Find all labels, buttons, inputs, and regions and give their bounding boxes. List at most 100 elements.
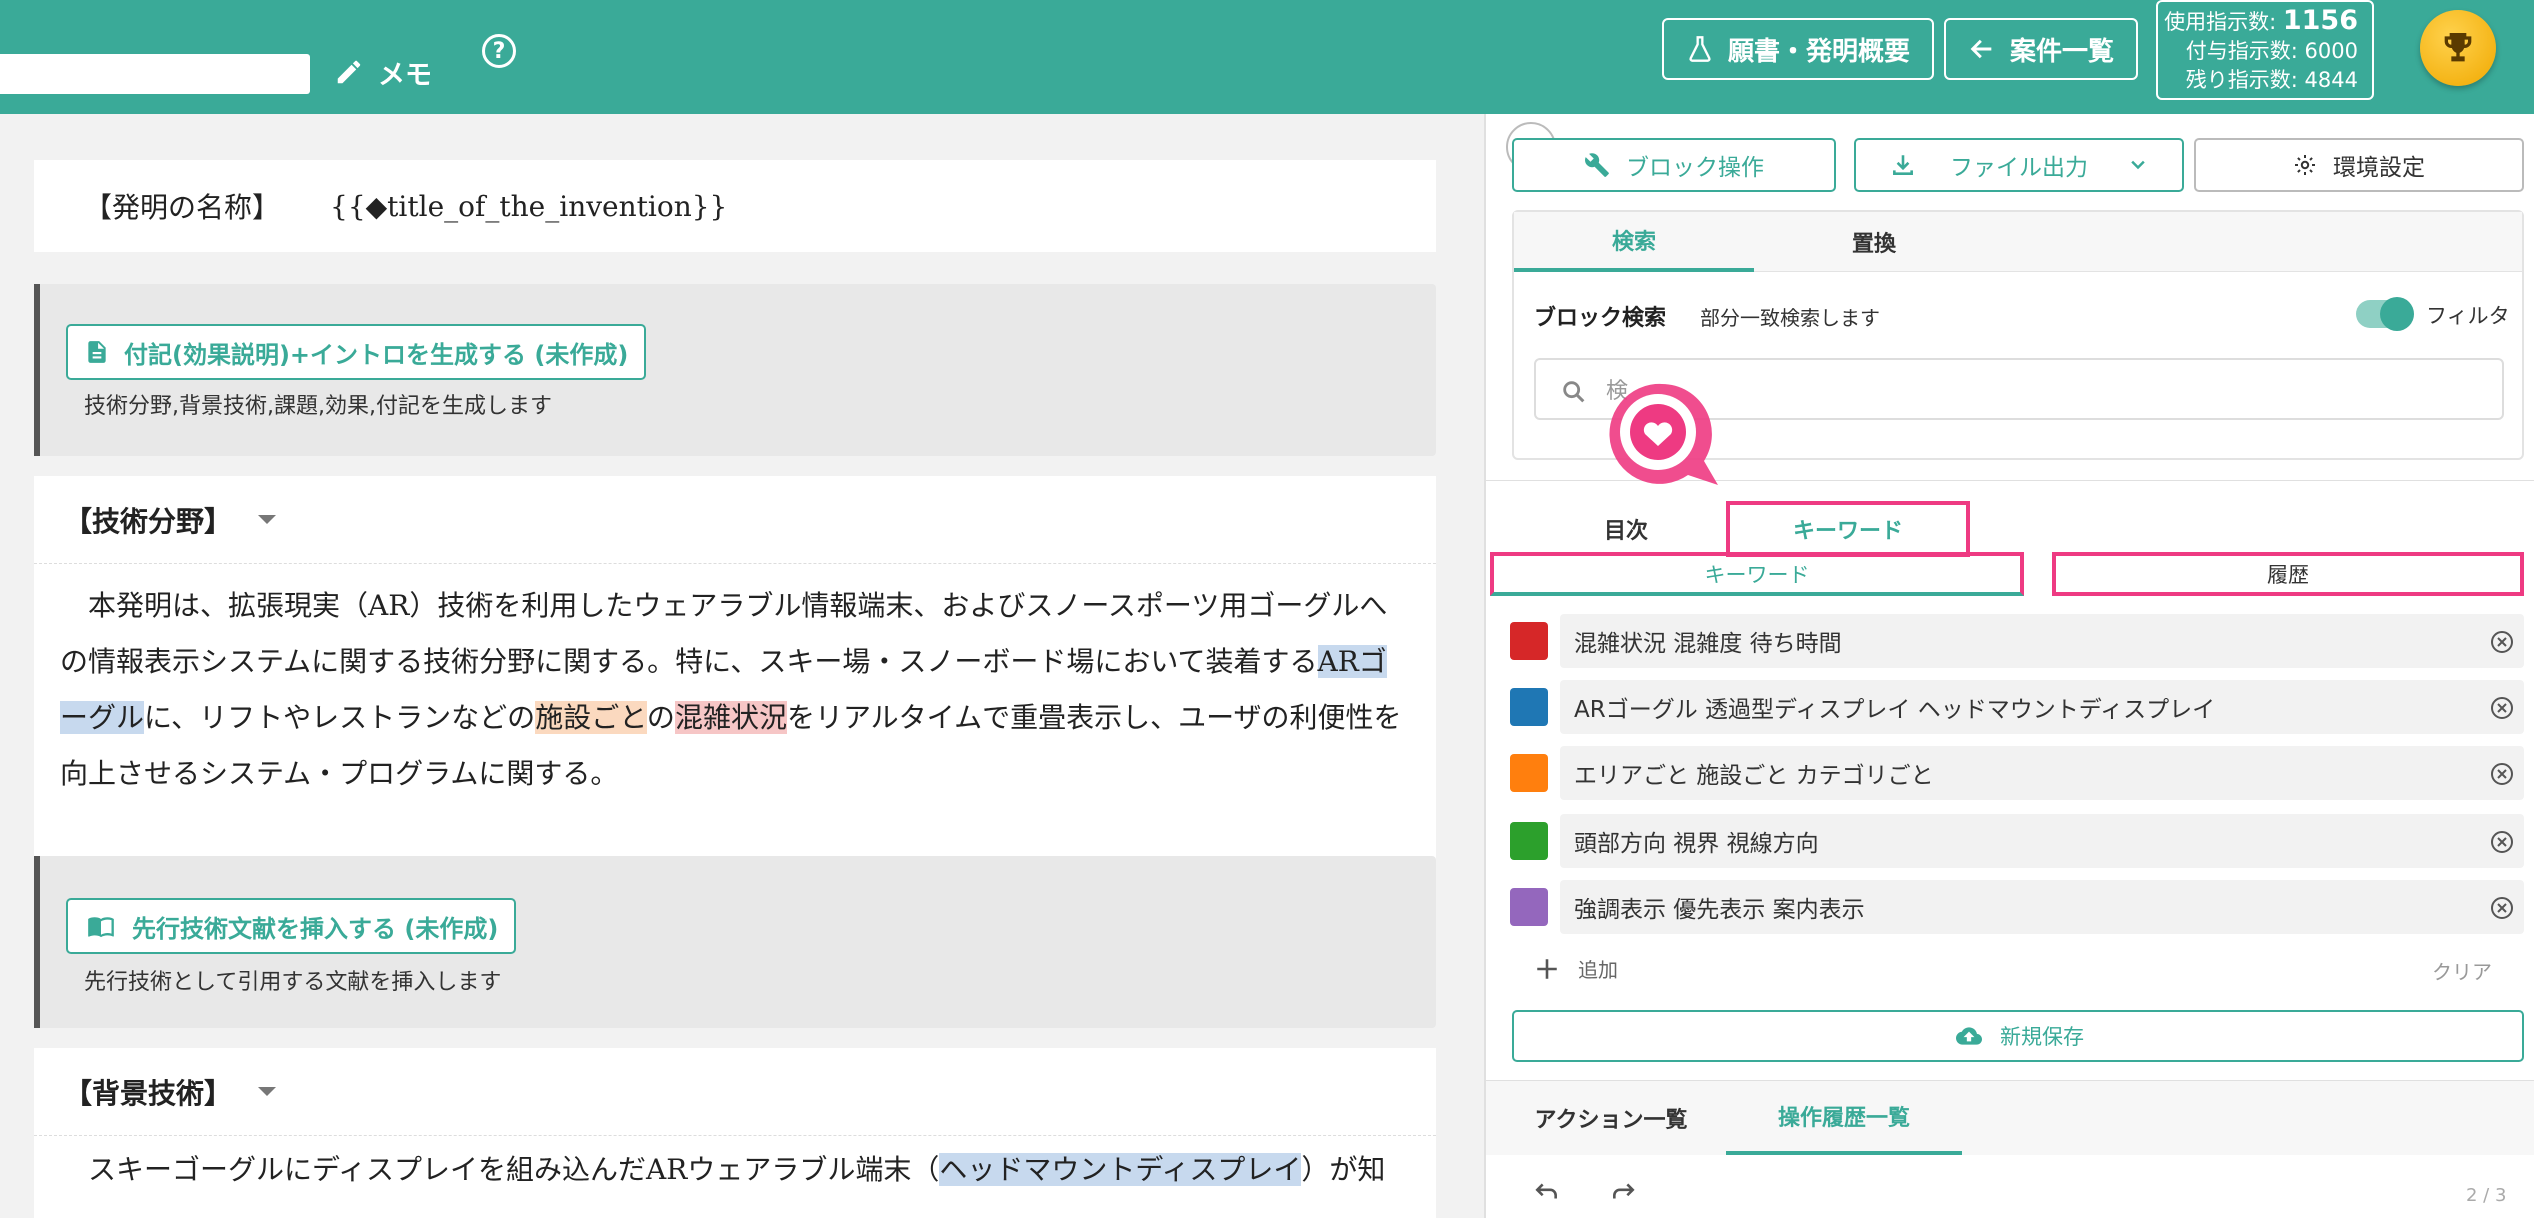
clear-circle-icon[interactable] (2490, 896, 2514, 920)
memo-button[interactable]: メモ (334, 52, 432, 92)
env-settings-button[interactable]: 環境設定 (2194, 138, 2524, 192)
insert-prior-art-button[interactable]: 先行技術文献を挿入する (未作成) (66, 898, 517, 954)
arrow-left-icon (1970, 39, 1992, 59)
subtab-history[interactable]: 履歴 (2052, 552, 2524, 596)
tab-replace[interactable]: 置換 (1754, 212, 1994, 272)
generate-intro-label: 付記(効果説明)+イントロを生成する (未作成) (124, 340, 629, 369)
keyword-highlight-blue: ヘッドマウントディスプレイ (939, 1153, 1302, 1186)
keyword-text: エリアごと 施設ごと カテゴリごと (1574, 763, 1934, 789)
para-text: の (646, 701, 675, 734)
clear-circle-icon[interactable] (2490, 762, 2514, 786)
keyword-row: 頭部方向 視界 視線方向 (1510, 812, 2524, 868)
clear-circle-icon[interactable] (2490, 696, 2514, 720)
plus-icon (1537, 958, 1557, 979)
keyword-row: ARゴーグル 透過型ディスプレイ ヘッドマウントディスプレイ (1510, 678, 2524, 734)
search-tabs: 検索 置換 (1514, 212, 2522, 272)
clear-circle-icon[interactable] (2490, 830, 2514, 854)
operation-history-body: 2 / 3 (1486, 1155, 2534, 1218)
background-paragraph[interactable]: スキーゴーグルにディスプレイを組み込んだARウェアラブル端末（ヘッドマウントディ… (34, 1136, 1436, 1198)
document-area: 【発明の名称】 {{◆title_of_the_invention}} 付記(効… (0, 114, 1484, 1218)
tech-field-paragraph[interactable]: 本発明は、拡張現実（AR）技術を利用したウェアラブル情報端末、およびスノースポー… (34, 564, 1436, 802)
pencil-icon (337, 60, 361, 84)
keyword-color-swatch[interactable] (1510, 622, 1548, 660)
filter-label: フィルタ (2426, 304, 2510, 328)
clear-button[interactable]: クリア (2432, 956, 2492, 985)
flask-icon (1689, 36, 1711, 62)
para-text: ）が知 (1301, 1153, 1386, 1186)
caret-down-icon[interactable] (258, 1087, 277, 1096)
memo-label: メモ (378, 59, 432, 91)
trophy-button[interactable] (2420, 10, 2496, 86)
keyword-input[interactable]: 混雑状況 混雑度 待ち時間 (1560, 614, 2524, 668)
tech-field-heading[interactable]: 【技術分野】 (34, 476, 1436, 564)
keyword-input[interactable]: エリアごと 施設ごと カテゴリごと (1560, 746, 2524, 800)
new-save-button[interactable]: 新規保存 (1512, 1010, 2524, 1062)
tab-search[interactable]: 検索 (1514, 212, 1754, 272)
background-heading[interactable]: 【背景技術】 (34, 1048, 1436, 1136)
invention-title-value[interactable]: {{◆title_of_the_invention}} (330, 190, 727, 223)
gansho-button[interactable]: 願書・発明概要 (1662, 18, 1934, 80)
download-icon (1893, 155, 1913, 175)
usage-box: 使用指示数: 1156 付与指示数: 6000 残り指示数: 4844 (2156, 0, 2374, 100)
file-output-button[interactable]: ファイル出力 (1854, 138, 2184, 192)
new-save-label: 新規保存 (2000, 1025, 2084, 1049)
cloud-upload-icon (1956, 1027, 1982, 1045)
chevron-down-icon (2131, 160, 2145, 170)
file-output-label: ファイル出力 (1950, 155, 2088, 181)
document-icon (88, 341, 106, 363)
block-ops-button[interactable]: ブロック操作 (1512, 138, 1836, 192)
caret-down-icon[interactable] (258, 515, 277, 524)
gansho-label: 願書・発明概要 (1727, 36, 1910, 67)
tab-keyword[interactable]: キーワード (1726, 501, 1970, 557)
action-section: アクション一覧 操作履歴一覧 2 / 3 (1486, 1080, 2534, 1218)
gear-icon (2295, 155, 2315, 175)
block-search-label: ブロック検索 (1534, 306, 1667, 331)
filter-toggle-knob (2380, 297, 2414, 331)
clear-circle-icon[interactable] (2490, 630, 2514, 654)
block-ops-label: ブロック操作 (1626, 155, 1764, 181)
filter-toggle[interactable] (2356, 297, 2414, 331)
tab-action-list[interactable]: アクション一覧 (1516, 1081, 1706, 1155)
keyword-color-swatch[interactable] (1510, 822, 1548, 860)
invention-title-card: 【発明の名称】 {{◆title_of_the_invention}} (34, 160, 1436, 252)
page-indicator: 2 / 3 (2466, 1185, 2507, 1206)
keyword-input[interactable]: ARゴーグル 透過型ディスプレイ ヘッドマウントディスプレイ (1560, 680, 2524, 734)
keyword-text: ARゴーグル 透過型ディスプレイ ヘッドマウントディスプレイ (1574, 697, 2216, 723)
background-heading-text: 【背景技術】 (64, 1076, 233, 1110)
top-header: メモ ? 願書・発明概要 案件一覧 使用指示数: 1156 付与指示数: 600… (0, 0, 2534, 114)
keyword-color-swatch[interactable] (1510, 688, 1548, 726)
generate-intro-block: 付記(効果説明)+イントロを生成する (未作成) 技術分野,背景技術,課題,効果… (34, 284, 1436, 456)
subtab-keyword[interactable]: キーワード (1490, 552, 2024, 596)
add-keyword-button[interactable]: 追加 (1534, 954, 1618, 983)
tab-operation-history[interactable]: 操作履歴一覧 (1726, 1081, 1962, 1155)
title-input[interactable] (0, 54, 310, 94)
keyword-row: エリアごと 施設ごと カテゴリごと (1510, 744, 2524, 800)
keyword-highlight-red: 混雑状況 (674, 701, 787, 734)
insert-prior-art-desc: 先行技術として引用する文献を挿入します (84, 970, 502, 995)
redo-icon[interactable] (1606, 1179, 1640, 1205)
para-text: 本発明は、拡張現実（AR）技術を利用したウェアラブル情報端末、およびスノースポー… (60, 589, 1388, 678)
generate-intro-desc: 技術分野,背景技術,課題,効果,付記を生成します (84, 394, 552, 419)
keyword-input[interactable]: 強調表示 優先表示 案内表示 (1560, 880, 2524, 934)
insert-prior-art-label: 先行技術文献を挿入する (未作成) (132, 914, 499, 943)
background-section: 【背景技術】 スキーゴーグルにディスプレイを組み込んだARウェアラブル端末（ヘッ… (34, 1048, 1436, 1218)
keyword-text: 強調表示 優先表示 案内表示 (1574, 897, 1865, 923)
usage-granted: 付与指示数: 6000 (2185, 39, 2358, 63)
undo-icon[interactable] (1530, 1179, 1564, 1205)
wrench-icon (1585, 153, 1609, 177)
usage-used: 使用指示数: 1156 (2164, 5, 2358, 36)
keyword-color-swatch[interactable] (1510, 754, 1548, 792)
add-label: 追加 (1578, 958, 1618, 982)
help-icon[interactable]: ? (482, 34, 516, 68)
keyword-row: 強調表示 優先表示 案内表示 (1510, 878, 2524, 934)
book-icon (88, 917, 114, 938)
search-icon (1563, 381, 1585, 403)
keyword-input[interactable]: 頭部方向 視界 視線方向 (1560, 814, 2524, 868)
tab-toc[interactable]: 目次 (1546, 501, 1706, 557)
case-list-label: 案件一覧 (2009, 36, 2114, 67)
keyword-color-swatch[interactable] (1510, 888, 1548, 926)
generate-intro-button[interactable]: 付記(効果説明)+イントロを生成する (未作成) (66, 324, 647, 380)
case-list-button[interactable]: 案件一覧 (1944, 18, 2138, 80)
prior-art-block: 先行技術文献を挿入する (未作成) 先行技術として引用する文献を挿入します (34, 856, 1436, 1028)
keyword-text: 混雑状況 混雑度 待ち時間 (1574, 631, 1842, 657)
